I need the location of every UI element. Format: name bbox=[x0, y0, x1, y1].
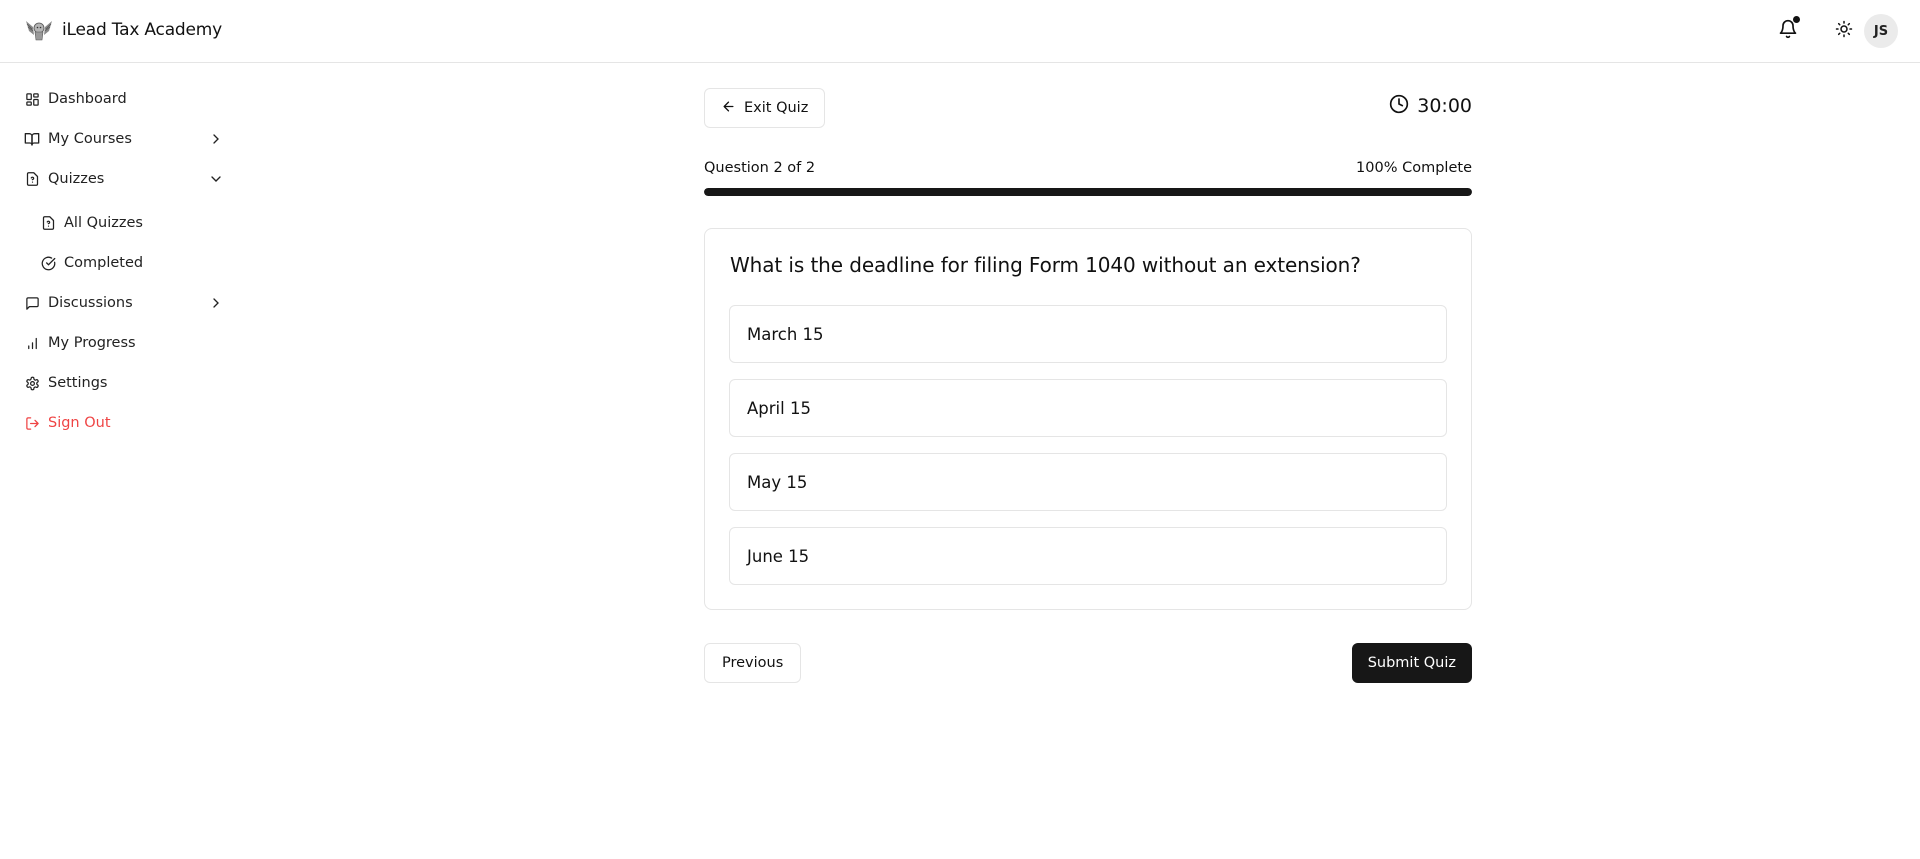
question-counter: Question 2 of 2 bbox=[704, 160, 816, 176]
file-question-icon bbox=[40, 215, 56, 231]
answer-option[interactable]: April 15 bbox=[729, 379, 1447, 437]
sidebar-item-my-courses[interactable]: My Courses bbox=[24, 123, 224, 155]
submit-quiz-button[interactable]: Submit Quiz bbox=[1351, 643, 1472, 683]
sidebar-item-label: Settings bbox=[48, 375, 108, 391]
sidebar-item-label: All Quizzes bbox=[64, 215, 143, 231]
theme-toggle-button[interactable] bbox=[1828, 15, 1860, 47]
sidebar-item-label: Dashboard bbox=[48, 91, 127, 107]
brand-name: iLead Tax Academy bbox=[62, 20, 222, 40]
clock-icon bbox=[1389, 94, 1409, 118]
user-avatar[interactable]: JS bbox=[1864, 14, 1898, 48]
exit-quiz-button[interactable]: Exit Quiz bbox=[704, 88, 826, 128]
previous-button[interactable]: Previous bbox=[704, 643, 802, 683]
check-circle-icon bbox=[40, 255, 56, 271]
sidebar-item-label: My Courses bbox=[48, 131, 132, 147]
message-square-icon bbox=[24, 295, 40, 311]
quiz-timer: 30:00 bbox=[1389, 94, 1472, 118]
notifications-button[interactable] bbox=[1772, 15, 1804, 47]
winged-lion-logo-icon bbox=[24, 15, 54, 45]
bar-chart-icon bbox=[24, 335, 40, 351]
sidebar-item-label: Quizzes bbox=[48, 171, 105, 187]
sidebar-item-label: Discussions bbox=[48, 295, 133, 311]
chevron-down-icon bbox=[208, 171, 224, 187]
brand[interactable]: iLead Tax Academy bbox=[24, 15, 222, 45]
notification-badge bbox=[1793, 16, 1800, 23]
sidebar-item-all-quizzes[interactable]: All Quizzes bbox=[40, 207, 224, 239]
sidebar-item-label: My Progress bbox=[48, 335, 136, 351]
sidebar-item-completed[interactable]: Completed bbox=[40, 247, 224, 279]
dashboard-icon bbox=[24, 91, 40, 107]
sidebar-item-quizzes[interactable]: Quizzes bbox=[24, 163, 224, 195]
book-open-icon bbox=[24, 131, 40, 147]
sidebar-item-label: Sign Out bbox=[48, 415, 111, 431]
progress-bar bbox=[704, 188, 1472, 196]
sidebar-item-label: Completed bbox=[64, 255, 144, 271]
answer-option[interactable]: June 15 bbox=[729, 527, 1447, 585]
question-card: What is the deadline for filing Form 104… bbox=[704, 228, 1472, 610]
sidebar-item-settings[interactable]: Settings bbox=[24, 367, 224, 399]
log-out-icon bbox=[24, 415, 40, 431]
progress-percent-label: 100% Complete bbox=[1356, 160, 1472, 176]
chevron-right-icon bbox=[208, 295, 224, 311]
sidebar-item-dashboard[interactable]: Dashboard bbox=[24, 83, 224, 115]
gear-icon bbox=[24, 375, 40, 391]
answer-option[interactable]: May 15 bbox=[729, 453, 1447, 511]
progress-bar-fill bbox=[704, 188, 1472, 196]
top-header: iLead Tax Academy JS bbox=[0, 0, 1920, 63]
file-question-icon bbox=[24, 171, 40, 187]
chevron-right-icon bbox=[208, 131, 224, 147]
exit-quiz-label: Exit Quiz bbox=[744, 100, 809, 116]
sidebar-item-discussions[interactable]: Discussions bbox=[24, 287, 224, 319]
question-text: What is the deadline for filing Form 104… bbox=[730, 253, 1361, 277]
answer-option[interactable]: March 15 bbox=[729, 305, 1447, 363]
sidebar-item-my-progress[interactable]: My Progress bbox=[24, 327, 224, 359]
progress-labels: Question 2 of 2 100% Complete bbox=[704, 160, 1472, 176]
sidebar-item-sign-out[interactable]: Sign Out bbox=[24, 407, 224, 439]
timer-value: 30:00 bbox=[1417, 95, 1472, 117]
sun-icon bbox=[1835, 20, 1853, 42]
arrow-left-icon bbox=[721, 99, 736, 118]
